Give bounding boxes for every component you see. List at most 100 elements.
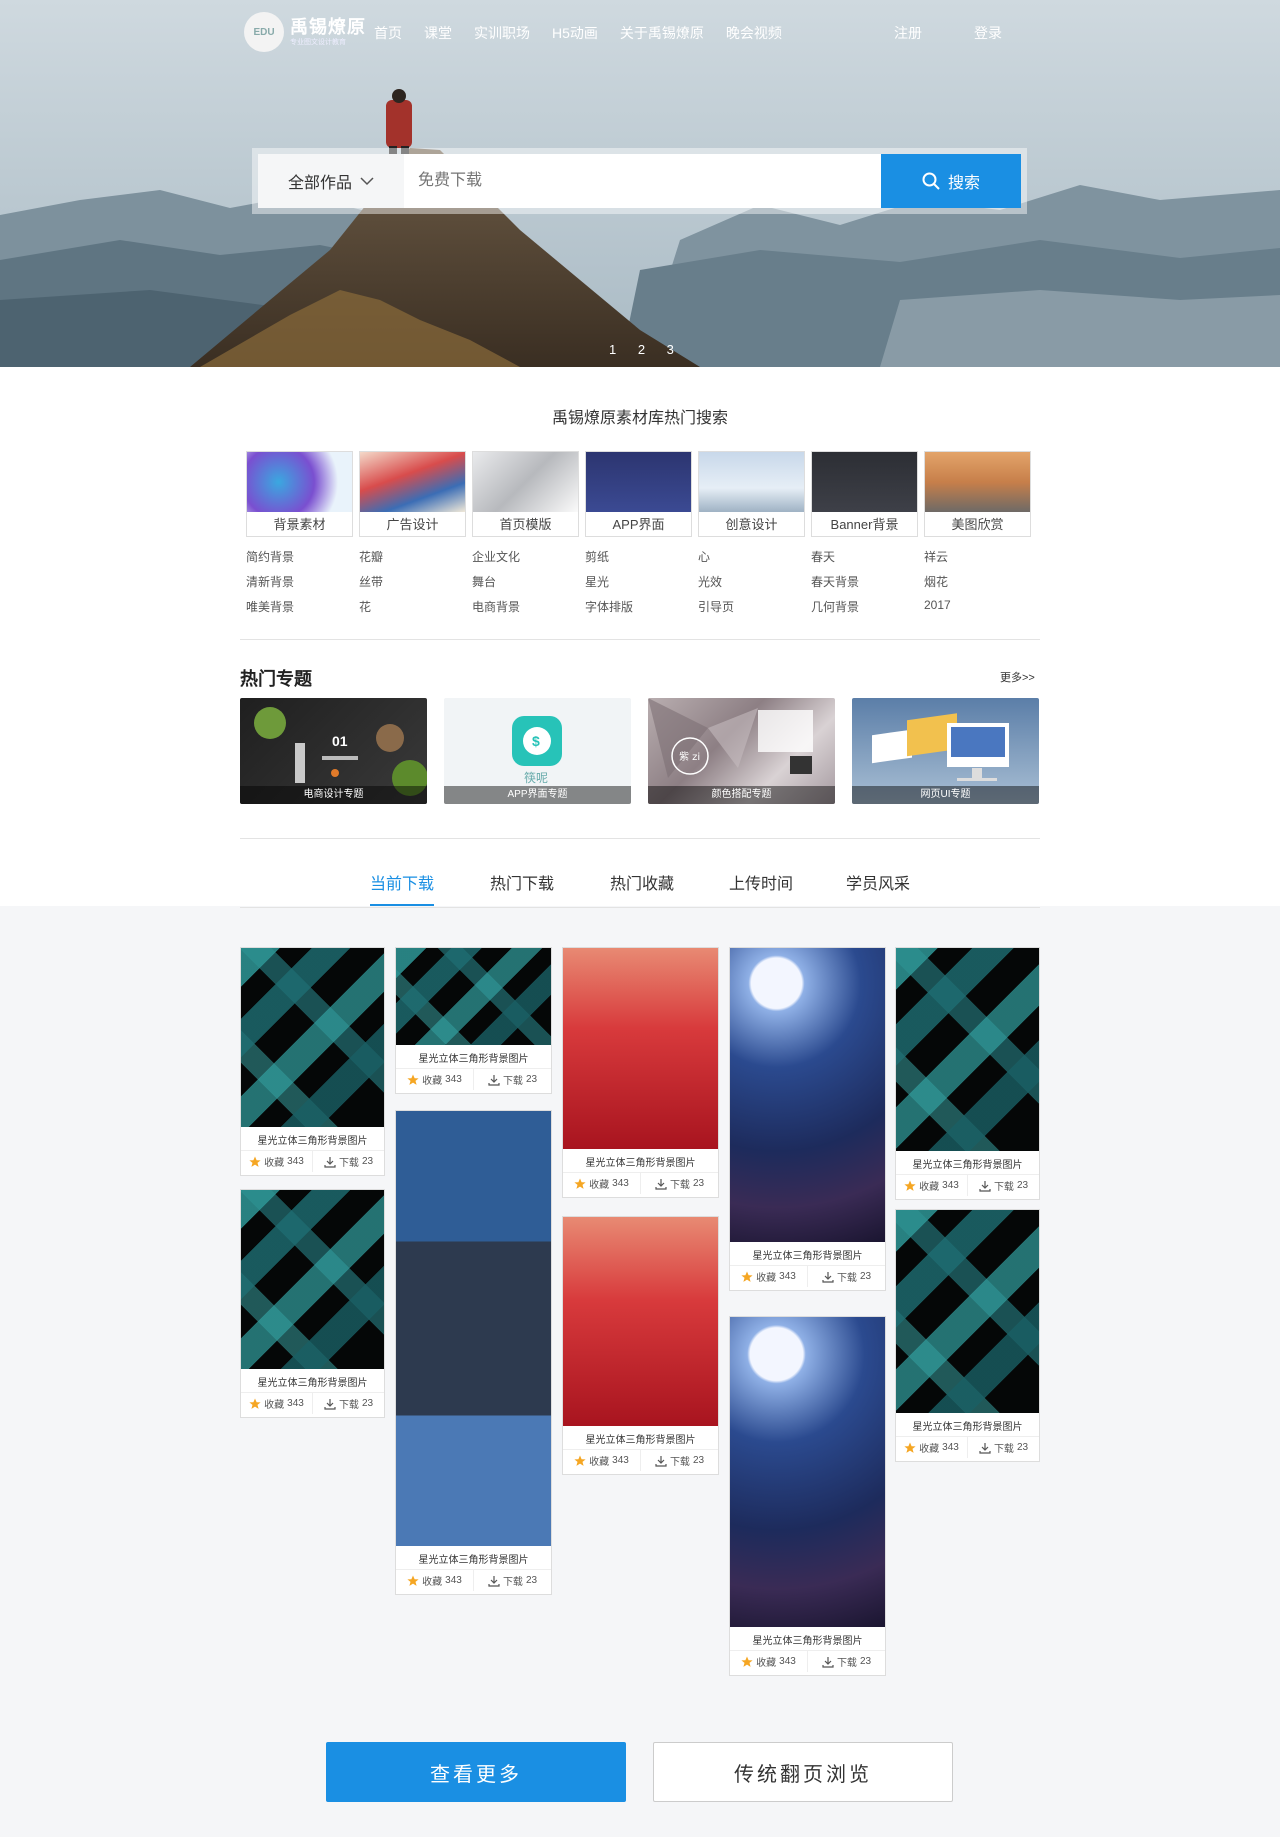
topic-card[interactable]: $ 筷呢 APP界面专题 <box>444 698 631 804</box>
category-card[interactable]: APP界面 <box>585 451 692 537</box>
tag-link[interactable]: 舞台 <box>472 573 585 589</box>
tag-link[interactable]: 光效 <box>698 573 811 589</box>
star-icon <box>904 1180 916 1191</box>
download-button[interactable]: 下载 23 <box>313 1151 384 1172</box>
tag-link[interactable]: 花 <box>359 598 472 614</box>
topic-card[interactable]: 紫 zi 颜色搭配专题 <box>648 698 835 804</box>
tab-hot-favorite[interactable]: 热门收藏 <box>610 870 674 894</box>
category-label: 背景素材 <box>273 517 326 532</box>
tab-hot-download[interactable]: 热门下载 <box>490 870 554 894</box>
nav-item-video[interactable]: 晚会视频 <box>726 23 782 43</box>
resource-thumbnail <box>896 1210 1039 1413</box>
favorite-button[interactable]: 收藏 343 <box>241 1151 313 1172</box>
resource-meta: 收藏 343 下载 23 <box>241 1392 384 1414</box>
carousel-dots[interactable]: 1 2 3 <box>609 342 683 357</box>
search-button[interactable]: 搜索 <box>881 154 1021 208</box>
search-scope-dropdown[interactable]: 全部作品 <box>258 154 404 208</box>
favorite-button[interactable]: 收藏 343 <box>241 1393 313 1414</box>
tag-link[interactable]: 几何背景 <box>811 598 924 614</box>
tag-link[interactable]: 电商背景 <box>472 598 585 614</box>
tag-link[interactable]: 清新背景 <box>246 573 359 589</box>
resource-card[interactable]: 星光立体三角形背景图片 收藏 343 下载 23 <box>729 1316 886 1676</box>
download-icon <box>979 1180 991 1192</box>
tag-link[interactable]: 祥云 <box>924 548 1037 564</box>
category-card[interactable]: 首页模版 <box>472 451 579 537</box>
tag-link[interactable]: 企业文化 <box>472 548 585 564</box>
resource-thumbnail <box>563 1217 718 1426</box>
download-button[interactable]: 下载 23 <box>641 1450 718 1471</box>
download-button[interactable]: 下载 23 <box>474 1069 551 1090</box>
nav-item-home[interactable]: 首页 <box>374 23 402 43</box>
tag-link[interactable]: 春天 <box>811 548 924 564</box>
favorite-button[interactable]: 收藏 343 <box>730 1266 808 1287</box>
logo-mark: EDU <box>244 12 284 52</box>
category-card[interactable]: 广告设计 <box>359 451 466 537</box>
tag-link[interactable]: 心 <box>698 548 811 564</box>
favorite-button[interactable]: 收藏 343 <box>563 1450 641 1471</box>
favorite-button[interactable]: 收藏 343 <box>396 1069 474 1090</box>
tag-link[interactable]: 字体排版 <box>585 598 698 614</box>
resource-card[interactable]: 星光立体三角形背景图片 收藏 343 下载 23 <box>729 947 886 1291</box>
topic-card[interactable]: 01 电商设计专题 <box>240 698 427 804</box>
resource-card[interactable]: 星光立体三角形背景图片 收藏 343 下载 23 <box>395 1110 552 1595</box>
star-icon <box>574 1455 586 1466</box>
download-count: 23 <box>859 1656 872 1667</box>
tag-link[interactable]: 烟花 <box>924 573 1037 589</box>
resource-title: 星光立体三角形背景图片 <box>912 1160 1023 1171</box>
tag-link[interactable]: 剪纸 <box>585 548 698 564</box>
more-link[interactable]: 更多>> <box>1000 669 1035 685</box>
tag-link[interactable]: 2017 <box>924 598 1037 613</box>
paging-browse-button[interactable]: 传统翻页浏览 <box>653 1742 953 1802</box>
search-bar: 全部作品 搜索 <box>252 148 1027 214</box>
resource-card[interactable]: 星光立体三角形背景图片 收藏 343 下载 23 <box>240 1189 385 1418</box>
resource-card[interactable]: 星光立体三角形背景图片 收藏 343 下载 23 <box>895 1209 1040 1462</box>
nav-item-training[interactable]: 实训职场 <box>474 23 530 43</box>
download-button[interactable]: 下载 23 <box>968 1437 1039 1458</box>
download-button[interactable]: 下载 23 <box>474 1570 551 1591</box>
hot-search-title: 禹锡燎原素材库热门搜索 <box>551 410 728 427</box>
download-label: 下载 <box>502 1076 523 1087</box>
category-card[interactable]: 背景素材 <box>246 451 353 537</box>
resource-meta: 收藏 343 下载 23 <box>730 1265 885 1287</box>
favorite-button[interactable]: 收藏 343 <box>896 1437 968 1458</box>
tag-link[interactable]: 唯美背景 <box>246 598 359 614</box>
topic-card[interactable]: 网页UI专题 <box>852 698 1039 804</box>
download-label: 下载 <box>502 1577 523 1588</box>
resource-card[interactable]: 星光立体三角形背景图片 收藏 343 下载 23 <box>562 947 719 1198</box>
favorite-label: 收藏 <box>264 1158 285 1169</box>
category-card[interactable]: 创意设计 <box>698 451 805 537</box>
tab-upload-time[interactable]: 上传时间 <box>729 870 793 894</box>
tab-student-showcase[interactable]: 学员风采 <box>846 870 910 894</box>
tag-link[interactable]: 引导页 <box>698 598 811 614</box>
favorite-button[interactable]: 收藏 343 <box>396 1570 474 1591</box>
download-button[interactable]: 下载 23 <box>968 1175 1039 1196</box>
tag-link[interactable]: 春天背景 <box>811 573 924 589</box>
site-logo[interactable]: EDU 禹锡燎原 专业图文设计教育 <box>244 12 366 52</box>
category-card[interactable]: Banner背景 <box>811 451 918 537</box>
nav-item-classroom[interactable]: 课堂 <box>424 23 452 43</box>
tab-current-download[interactable]: 当前下载 <box>370 870 435 906</box>
register-link[interactable]: 注册 <box>894 23 922 43</box>
resource-card[interactable]: 星光立体三角形背景图片 收藏 343 下载 23 <box>240 947 385 1176</box>
favorite-button[interactable]: 收藏 343 <box>730 1651 808 1672</box>
favorite-label: 收藏 <box>264 1400 285 1411</box>
download-button[interactable]: 下载 23 <box>641 1173 718 1194</box>
nav-item-h5[interactable]: H5动画 <box>552 23 598 43</box>
favorite-button[interactable]: 收藏 343 <box>896 1175 968 1196</box>
download-button[interactable]: 下载 23 <box>808 1266 885 1287</box>
resource-card[interactable]: 星光立体三角形背景图片 收藏 343 下载 23 <box>562 1216 719 1475</box>
tag-link[interactable]: 星光 <box>585 573 698 589</box>
category-card[interactable]: 美图欣赏 <box>924 451 1031 537</box>
resource-card[interactable]: 星光立体三角形背景图片 收藏 343 下载 23 <box>395 947 552 1094</box>
resource-card[interactable]: 星光立体三角形背景图片 收藏 343 下载 23 <box>895 947 1040 1200</box>
view-more-button[interactable]: 查看更多 <box>326 1742 626 1802</box>
search-input[interactable] <box>404 154 881 208</box>
login-link[interactable]: 登录 <box>974 23 1002 43</box>
nav-item-about[interactable]: 关于禹锡燎原 <box>620 23 704 43</box>
favorite-button[interactable]: 收藏 343 <box>563 1173 641 1194</box>
tag-link[interactable]: 丝带 <box>359 573 472 589</box>
download-button[interactable]: 下载 23 <box>808 1651 885 1672</box>
tag-link[interactable]: 简约背景 <box>246 548 359 564</box>
tag-link[interactable]: 花瓣 <box>359 548 472 564</box>
download-button[interactable]: 下载 23 <box>313 1393 384 1414</box>
